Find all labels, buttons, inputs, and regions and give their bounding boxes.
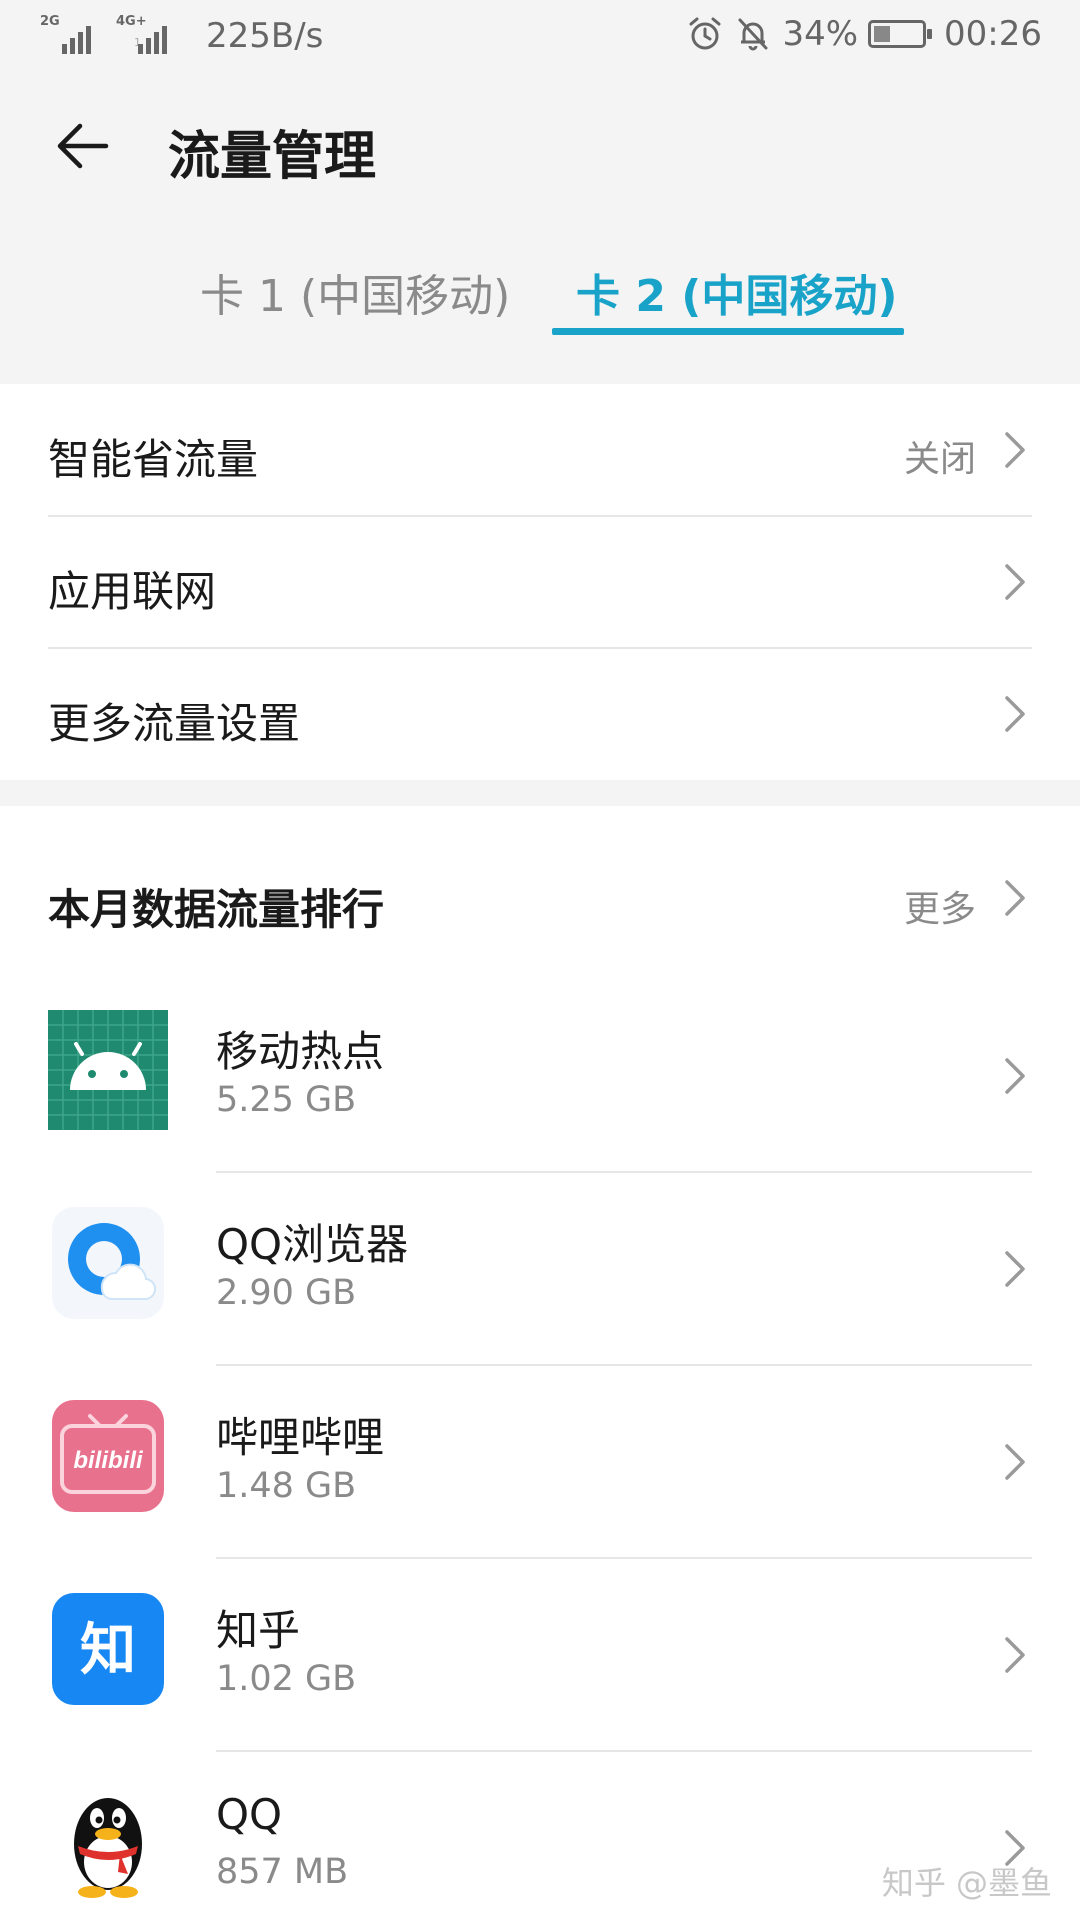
page-title: 流量管理 [168,127,377,187]
alarm-icon [689,17,721,50]
app-header: 流量管理 [0,74,1080,220]
chevron-right-icon [1005,696,1025,732]
chevron-right-icon [1005,880,1025,916]
battery-charging-icon [868,20,933,48]
android-icon [48,1010,168,1130]
status-right: 34% 00:26 [686,14,1042,54]
status-left: 2G 4G+ 1 225B/s [40,14,324,56]
zhihu-icon: 知 [52,1593,164,1705]
signal-bars-icon [62,26,91,54]
setting-more-data[interactable]: 更多流量设置 [0,648,1080,780]
app-data-usage: 5.25 GB [216,1080,357,1120]
watermark: 知乎 @墨鱼 [881,1864,1052,1902]
chevron-right-icon [1005,1444,1025,1480]
signal-indicator-1: 2G [40,14,106,56]
qq-browser-icon [52,1207,164,1319]
section-title: 本月数据流量排行 [48,885,385,934]
network-speed: 225B/s [206,16,324,56]
chevron-right-icon [1005,1251,1025,1287]
status-bar: 2G 4G+ 1 225B/s 34% 00:26 [0,0,1080,74]
app-row-bilibili[interactable]: bilibili 哔哩哔哩 1.48 GB [0,1366,1080,1559]
ranking-card: 本月数据流量排行 更多 移动热点 5.25 GB QQ浏览器 2.90 GB b… [0,806,1080,1920]
tab-sim-2[interactable]: 卡 2 (中国移动) [576,260,897,324]
app-data-usage: 2.90 GB [216,1273,357,1313]
tab-active-indicator [552,328,904,335]
settings-card: 智能省流量 关闭 应用联网 更多流量设置 [0,384,1080,780]
setting-app-network[interactable]: 应用联网 [0,516,1080,648]
app-name: 哔哩哔哩 [216,1413,385,1462]
setting-label: 应用联网 [48,567,217,616]
bilibili-icon: bilibili [52,1400,164,1512]
more-label: 更多 [903,889,976,930]
app-data-usage: 1.48 GB [216,1466,357,1506]
battery-percent: 34% [782,14,859,54]
chevron-right-icon [1005,564,1025,600]
app-data-usage: 1.02 GB [216,1659,357,1699]
arrow-left-icon[interactable] [50,114,114,178]
app-data-usage: 857 MB [216,1852,349,1892]
chevron-right-icon [1005,432,1025,468]
signal-indicator-2: 4G+ 1 [116,14,182,56]
app-row-qq-browser[interactable]: QQ浏览器 2.90 GB [0,1173,1080,1366]
battery-level [874,26,890,42]
tab-sim-1[interactable]: 卡 1 (中国移动) [200,260,510,324]
sim-tabs: 卡 1 (中国移动) 卡 2 (中国移动) [0,236,1080,346]
setting-smart-saver[interactable]: 智能省流量 关闭 [0,384,1080,516]
app-row-zhihu[interactable]: 知 知乎 1.02 GB [0,1559,1080,1752]
app-name: 知乎 [216,1606,301,1655]
setting-value: 关闭 [903,439,976,480]
clock: 00:26 [944,14,1042,54]
qq-penguin-icon [74,1798,142,1898]
signal-bars-icon [138,26,167,54]
app-name: QQ [216,1790,283,1839]
setting-label: 智能省流量 [48,435,259,484]
bell-off-icon [738,18,768,51]
app-name: 移动热点 [216,1027,385,1076]
network-type-1: 2G [40,14,60,29]
bilibili-logo-text: bilibili [73,1447,144,1474]
setting-label: 更多流量设置 [48,699,301,748]
zhihu-logo-text: 知 [80,1618,136,1683]
app-name: QQ浏览器 [216,1220,409,1269]
chevron-right-icon [1005,1058,1025,1094]
chevron-right-icon [1005,1637,1025,1673]
app-row-hotspot[interactable]: 移动热点 5.25 GB [0,980,1080,1173]
